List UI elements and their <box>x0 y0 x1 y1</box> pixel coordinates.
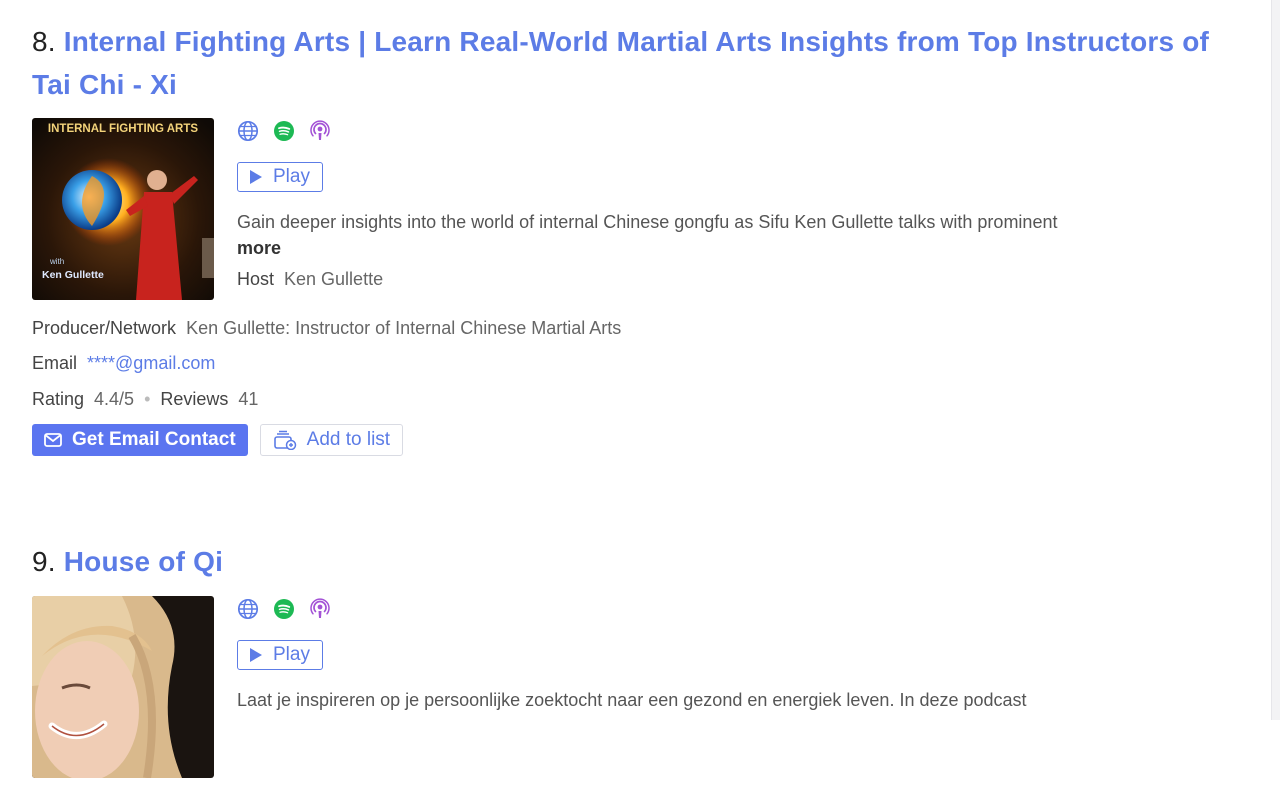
podcast-icon[interactable] <box>309 120 331 142</box>
mail-icon <box>44 433 62 447</box>
add-list-label: Add to list <box>306 429 391 450</box>
play-label: Play <box>273 644 310 665</box>
result-number: 9. <box>32 546 56 577</box>
platform-icons <box>237 118 1232 144</box>
podcast-cover[interactable] <box>32 596 214 778</box>
podcast-cover[interactable]: INTERNAL FIGHTING ARTS with Ken Gullette <box>32 118 214 300</box>
result-entry-9: 9. House of Qi Play Laat je inspireren o… <box>32 540 1232 796</box>
email-label: Email <box>32 353 78 373</box>
globe-icon[interactable] <box>237 120 259 142</box>
rating-label: Rating <box>32 389 85 409</box>
result-number: 8. <box>32 26 56 57</box>
play-button[interactable]: Play <box>237 162 323 192</box>
add-list-icon <box>273 430 296 450</box>
cover-art: INTERNAL FIGHTING ARTS with Ken Gullette <box>32 118 214 300</box>
cover-name-text: Ken Gullette <box>42 269 104 281</box>
email-value[interactable]: ****@gmail.com <box>87 353 215 373</box>
spotify-icon[interactable] <box>273 120 295 142</box>
scrollbar[interactable] <box>1271 0 1280 720</box>
email-row: Email ****@gmail.com <box>32 353 1232 374</box>
play-icon <box>250 170 262 184</box>
result-entry-8: 8. Internal Fighting Arts | Learn Real-W… <box>32 20 1232 478</box>
cover-title-text: INTERNAL FIGHTING ARTS <box>48 123 198 135</box>
producer-value: Ken Gullette: Instructor of Internal Chi… <box>186 318 622 338</box>
producer-label: Producer/Network <box>32 318 177 338</box>
host-value: Ken Gullette <box>284 269 384 289</box>
reviews-value: 41 <box>238 389 259 409</box>
description: Gain deeper insights into the world of i… <box>237 212 1058 232</box>
action-buttons: Get Email Contact Add to list <box>32 424 1232 456</box>
more-link[interactable]: more <box>237 238 1232 259</box>
globe-icon[interactable] <box>237 598 259 620</box>
rating-row: Rating 4.4/5 • Reviews 41 <box>32 389 1232 410</box>
play-button[interactable]: Play <box>237 640 323 670</box>
result-title-link[interactable]: House of Qi <box>64 546 223 577</box>
reviews-label: Reviews <box>160 389 229 409</box>
get-email-contact-button[interactable]: Get Email Contact <box>32 424 248 456</box>
separator-dot: • <box>144 389 151 409</box>
play-label: Play <box>273 166 310 187</box>
result-title: 9. House of Qi <box>32 540 1232 583</box>
producer-row: Producer/Network Ken Gullette: Instructor… <box>32 318 1232 339</box>
rating-value: 4.4/5 <box>94 389 135 409</box>
description: Laat je inspireren op je persoonlijke zo… <box>237 690 1027 710</box>
spotify-icon[interactable] <box>273 598 295 620</box>
cover-with-text: with <box>49 257 64 266</box>
platform-icons <box>237 596 1232 622</box>
result-title-link[interactable]: Internal Fighting Arts | Learn Real-Worl… <box>32 26 1209 100</box>
result-title: 8. Internal Fighting Arts | Learn Real-W… <box>32 20 1232 106</box>
add-to-list-button[interactable]: Add to list <box>259 424 404 456</box>
get-email-label: Get Email Contact <box>72 429 236 450</box>
play-icon <box>250 648 262 662</box>
podcast-icon[interactable] <box>309 598 331 620</box>
host-label: Host <box>237 269 275 289</box>
cover-art <box>32 596 214 778</box>
host-row: Host Ken Gullette <box>237 269 1232 290</box>
